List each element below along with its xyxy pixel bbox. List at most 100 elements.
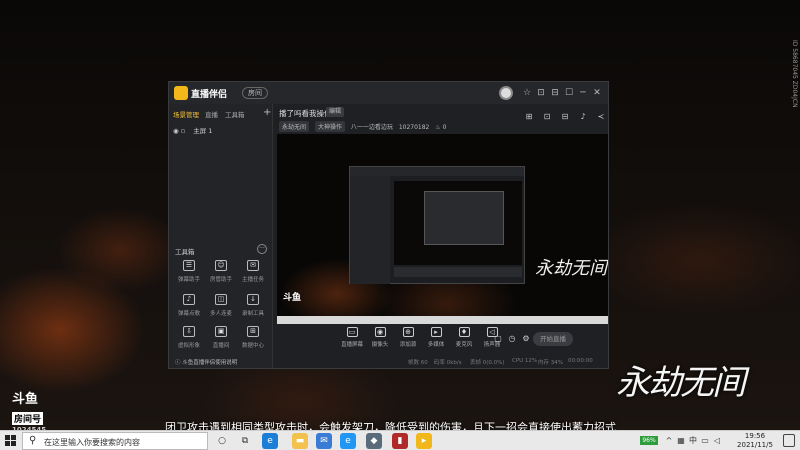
mail-icon[interactable]: ✉ — [316, 433, 332, 449]
nested-sidebar — [350, 176, 390, 284]
game-app-icon[interactable]: ▮ — [392, 433, 408, 449]
tab-scene-management[interactable]: 场景管理 — [173, 109, 199, 119]
tv-icon: ▣ — [215, 326, 227, 337]
room-chip[interactable]: 房间 — [242, 87, 268, 99]
scene-item[interactable]: ◉ ▫ 主屏 1 — [173, 125, 269, 135]
lock-icon[interactable]: ▫ — [181, 127, 185, 135]
add-source-button[interactable]: ⊕ 添加源 — [395, 327, 421, 351]
tool-multi-mic[interactable]: ◫ 多人连麦 — [205, 294, 237, 326]
fps-status: 帧数 60 — [408, 360, 428, 366]
tool-data-center[interactable]: ⊞ 数据中心 — [237, 326, 269, 358]
tool-label: 多人连麦 — [209, 311, 232, 317]
windows-start-icon[interactable] — [5, 435, 17, 447]
clock-date: 2021/11/5 — [737, 441, 773, 449]
tool-avatar[interactable]: ⇩ 虚拟形象 — [173, 326, 205, 358]
settings-icon[interactable]: ⚙ — [521, 334, 531, 344]
edit-title-button[interactable]: 编辑 — [326, 107, 344, 117]
ime-icon[interactable]: 中 — [688, 435, 698, 447]
cortana-icon[interactable]: ○ — [214, 433, 230, 449]
media-button[interactable]: ▸ 多媒体 — [423, 327, 449, 351]
task-view-icon[interactable]: ⧉ — [237, 433, 253, 449]
share-icon[interactable]: ≺ — [596, 112, 606, 122]
maximize-icon[interactable]: ☐ — [563, 86, 575, 100]
window-icon[interactable]: ⊟ — [560, 112, 570, 122]
mic-group-icon: ◫ — [215, 294, 227, 305]
search-placeholder: 在这里输入你要搜索的内容 — [44, 438, 140, 447]
room-id: 10270182 — [398, 124, 430, 131]
record-icon[interactable]: ▢ — [493, 334, 503, 344]
battery-indicator[interactable]: 96% — [640, 436, 658, 445]
nested-controls — [394, 267, 522, 277]
ie-browser-icon[interactable]: e — [340, 433, 356, 449]
screen-share-button[interactable]: ▭ 直播屏幕 — [339, 327, 365, 351]
tools-heading: 工具箱 — [175, 248, 195, 256]
tool-admin-helper[interactable]: ☺ 房管助手 — [205, 260, 237, 292]
minimize-icon[interactable]: ─ — [577, 86, 589, 100]
task-icon: ✉ — [247, 260, 259, 271]
layout-icon[interactable]: ⊞ — [524, 112, 534, 122]
dropped-frames-status: 丢帧 0(0.0%) — [470, 360, 505, 366]
edge-browser-icon[interactable]: e — [262, 433, 278, 449]
tool-label: 弹幕点歌 — [177, 311, 200, 317]
more-tools-button[interactable]: ··· — [257, 244, 267, 254]
tool-recorder[interactable]: ↓ 录制工具 — [237, 294, 269, 326]
grid-icon: ⊞ — [247, 326, 259, 337]
search-icon: ⚲ — [29, 435, 37, 446]
stream-info-chips: 永劫无间 大神操作 八一一边看边玩 10270182 ♨ 0 — [279, 121, 450, 132]
screen-icon[interactable]: ⊡ — [535, 86, 547, 100]
usage-notice[interactable]: ⓘ 斗鱼直播伴侣使用说明 — [175, 358, 237, 366]
start-live-button[interactable]: 开始直播 — [533, 332, 573, 346]
chevron-up-icon[interactable]: ^ — [664, 435, 674, 447]
volume-icon[interactable]: ◁ — [712, 435, 722, 447]
scene-item-label: 主屏 1 — [193, 127, 213, 135]
eye-icon[interactable]: ◉ — [173, 127, 179, 135]
bell-icon[interactable]: ♪ — [578, 112, 588, 122]
monitor-icon: ▭ — [346, 327, 358, 337]
tool-song-request[interactable]: ♪ 弹幕点歌 — [173, 294, 205, 326]
tool-label: 主播任务 — [241, 277, 264, 283]
file-explorer-icon[interactable]: ▬ — [292, 433, 308, 449]
titlebar[interactable]: 直播伴侣 房间 ☆ ⊡ ⊟ ☐ ─ ✕ — [169, 82, 608, 104]
camera-button[interactable]: ◉ 摄像头 — [367, 327, 393, 351]
taskbar-clock[interactable]: 19:56 2021/11/5 — [731, 432, 779, 450]
bitrate-status: 码率 0kb/s — [434, 360, 462, 366]
sidebar-tabs: 场景管理 直播 工具箱 + — [173, 107, 271, 121]
app-icon[interactable]: ◆ — [366, 433, 382, 449]
taskbar-search[interactable]: ⚲ 在这里输入你要搜索的内容 — [22, 432, 208, 450]
network-icon[interactable]: ▦ — [676, 435, 686, 447]
category-chip[interactable]: 永劫无间 — [279, 121, 310, 132]
tool-anchor-task[interactable]: ✉ 主播任务 — [237, 260, 269, 292]
tab-toolbox[interactable]: 工具箱 — [225, 109, 245, 119]
usage-notice-label: 斗鱼直播伴侣使用说明 — [182, 360, 238, 366]
close-icon[interactable]: ✕ — [591, 86, 603, 100]
memory-status: 内存 34% — [538, 360, 563, 366]
timer-icon[interactable]: ◷ — [507, 334, 517, 344]
tab-live[interactable]: 直播 — [205, 109, 218, 119]
microphone-button[interactable]: ♦ 麦克风 — [451, 327, 477, 351]
lock-icon[interactable]: ⊡ — [542, 112, 552, 122]
taskbar: ⚲ 在这里输入你要搜索的内容 ○ ⧉ e ▬ ✉ e ◆ ▮ ▸ 96% ^ ▦… — [0, 430, 800, 450]
tray-icon[interactable]: ▭ — [700, 435, 710, 447]
notification-icon[interactable] — [783, 434, 795, 447]
add-scene-button[interactable]: + — [263, 107, 271, 118]
tag-chip[interactable]: 大神操作 — [314, 121, 345, 132]
top-tool-icons: ⊞ ⊡ ⊟ ♪ ≺ — [524, 112, 608, 124]
douyu-logo-text: 斗鱼 — [12, 392, 39, 407]
notice-text: 八一一边看边玩 — [350, 124, 393, 131]
avatar[interactable] — [499, 86, 513, 100]
danmu-icon: ☰ — [183, 260, 195, 271]
live-companion-window[interactable]: 直播伴侣 房间 ☆ ⊡ ⊟ ☐ ─ ✕ 场景管理 直播 工具箱 + ◉ ▫ 主屏… — [168, 81, 609, 369]
live-duration: 00:00:00 — [568, 358, 593, 364]
app-logo-icon — [174, 86, 188, 100]
stream-preview[interactable]: 永劫无间 斗鱼 — [277, 134, 608, 324]
clock-time: 19:56 — [744, 432, 766, 440]
preview-taskbar — [277, 316, 608, 324]
tool-danmu-helper[interactable]: ☰ 弹幕助手 — [173, 260, 205, 292]
control-label: 多媒体 — [427, 342, 445, 348]
tool-label: 虚拟形象 — [177, 343, 200, 349]
tool-live-room[interactable]: ▣ 直播间 — [205, 326, 237, 358]
nested-inner-window — [424, 191, 504, 245]
favorite-icon[interactable]: ☆ — [521, 86, 533, 100]
message-icon[interactable]: ⊟ — [549, 86, 561, 100]
live-companion-taskbar-icon[interactable]: ▸ — [416, 433, 432, 449]
